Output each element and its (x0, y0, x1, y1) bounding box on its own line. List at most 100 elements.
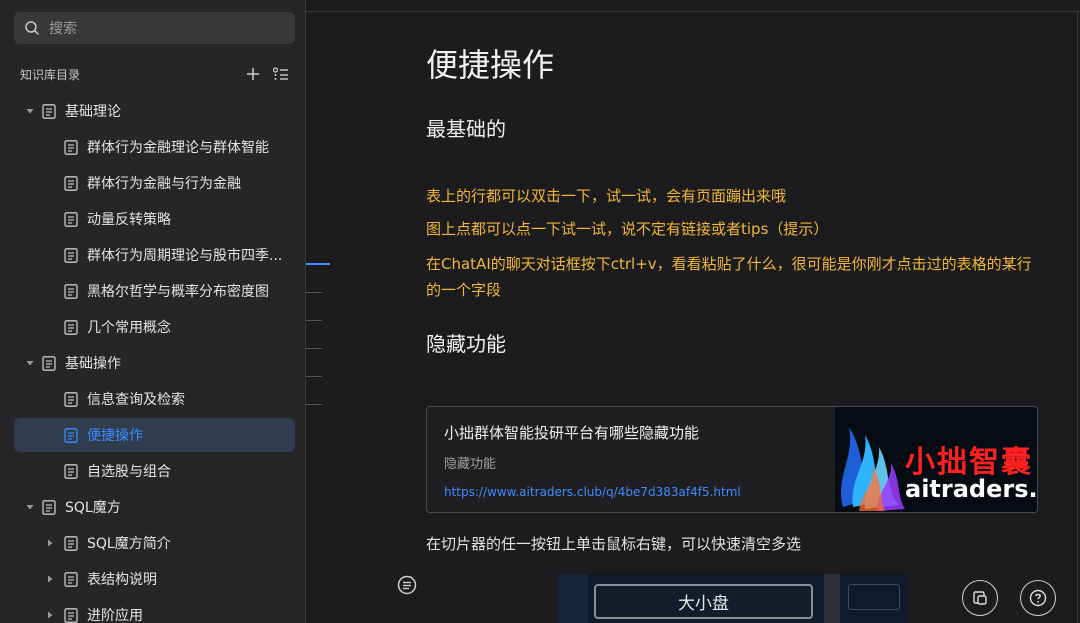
tree-item-label: 基础操作 (65, 356, 121, 372)
screenshot-mini-button (848, 584, 900, 610)
embedded-screenshot: 大小盘 (558, 574, 908, 623)
page-title: 便捷操作 (426, 46, 555, 84)
tree-doc-item[interactable]: 信息查询及检索 (14, 382, 295, 416)
tree-doc-item[interactable]: 群体行为周期理论与股市四季... (14, 238, 295, 272)
expand-toggle[interactable] (44, 537, 56, 549)
tip-text: 图上点都可以点一下试一试，说不定有链接或者tips（提示） (426, 220, 829, 238)
chevron-down-icon (26, 505, 34, 510)
right-divider (1077, 11, 1078, 623)
expand-toggle[interactable] (24, 501, 36, 513)
tree-doc-item[interactable]: 表结构说明 (14, 562, 295, 596)
tip-text: 表上的行都可以双击一下，试一试，会有页面蹦出来哦 (426, 187, 787, 205)
chevron-down-icon (26, 361, 34, 366)
document-icon (64, 391, 78, 407)
document-icon (64, 319, 78, 335)
tree-item-label: 动量反转策略 (87, 212, 171, 228)
card-title: 小拙群体智能投研平台有哪些隐藏功能 (444, 424, 700, 442)
feedback-icon (973, 591, 987, 605)
card-subtitle: 隐藏功能 (444, 457, 497, 472)
tree-item-label: 几个常用概念 (87, 320, 171, 336)
document-icon (64, 463, 78, 479)
flame-logo-icon (841, 427, 905, 511)
tree-doc-item[interactable]: 动量反转策略 (14, 202, 295, 236)
list-view-button[interactable] (272, 65, 290, 83)
toc-icon[interactable] (397, 575, 417, 595)
tree-doc-item[interactable]: SQL魔方简介 (14, 526, 295, 560)
link-card[interactable]: 小拙群体智能投研平台有哪些隐藏功能 隐藏功能 https://www.aitra… (426, 406, 1038, 513)
feedback-button[interactable] (962, 580, 998, 616)
chevron-down-icon (26, 109, 34, 114)
screenshot-divider (824, 574, 840, 623)
toc-line[interactable] (306, 320, 322, 321)
card-url[interactable]: https://www.aitraders.club/q/4be7d383af4… (444, 485, 741, 499)
tree-doc-item[interactable]: 黑格尔哲学与概率分布密度图 (14, 274, 295, 308)
kb-header: 知识库目录 (20, 64, 290, 84)
toc-active-indicator (306, 263, 330, 265)
document-icon (42, 103, 56, 119)
tree-doc-item[interactable]: 几个常用概念 (14, 310, 295, 344)
search-placeholder: 搜索 (49, 21, 77, 37)
toc-line[interactable] (306, 404, 322, 405)
tree-folder[interactable]: 基础理论 (14, 94, 295, 128)
tree-doc-item[interactable]: 便捷操作 (14, 418, 295, 452)
card-thumbnail: 小拙智囊 aitraders.club (835, 407, 1038, 512)
section-heading: 隐藏功能 (426, 332, 506, 356)
tip-text: 在ChatAI的聊天对话框按下ctrl+v，看看粘贴了什么，很可能是你刚才点击过… (426, 255, 1032, 299)
toc-line[interactable] (306, 292, 322, 293)
tree-doc-item[interactable]: 自选股与组合 (14, 454, 295, 488)
tree-item-label: 便捷操作 (87, 428, 143, 444)
sidebar: 搜索 知识库目录 基础理论 群体行为金融理论与群体智能 群体行为金融与行为金融 … (0, 0, 306, 623)
document-icon (64, 139, 78, 155)
chevron-right-icon (48, 611, 53, 619)
toc-strip (306, 0, 380, 623)
toc-line[interactable] (306, 376, 322, 377)
document-icon (64, 175, 78, 191)
section-heading: 最基础的 (426, 117, 506, 141)
top-divider (306, 11, 1080, 12)
document-icon (64, 283, 78, 299)
slicer-button: 大小盘 (594, 584, 813, 619)
tree-doc-item[interactable]: 群体行为金融理论与群体智能 (14, 130, 295, 164)
search-icon (25, 21, 40, 36)
toc-line[interactable] (306, 348, 322, 349)
add-button[interactable] (244, 65, 262, 83)
tree-item-label: 表结构说明 (87, 572, 157, 588)
help-icon (1029, 589, 1047, 607)
document-icon (64, 247, 78, 263)
document-icon (42, 499, 56, 515)
kb-title: 知识库目录 (20, 67, 81, 82)
tree-doc-item[interactable]: 进阶应用 (14, 598, 295, 623)
tree-doc-item[interactable]: 群体行为金融与行为金融 (14, 166, 295, 200)
help-button[interactable] (1020, 580, 1056, 616)
document-icon (64, 571, 78, 587)
expand-toggle[interactable] (24, 357, 36, 369)
tree-item-label: 自选股与组合 (87, 464, 171, 480)
document-icon (64, 427, 78, 443)
tree-item-label: 进阶应用 (87, 608, 143, 623)
chevron-right-icon (48, 539, 53, 547)
chevron-right-icon (48, 575, 53, 583)
list-icon (273, 67, 288, 80)
search-box[interactable]: 搜索 (14, 12, 295, 44)
document-icon (64, 211, 78, 227)
tree-item-label: 基础理论 (65, 104, 121, 120)
expand-toggle[interactable] (24, 105, 36, 117)
tree-folder[interactable]: SQL魔方 (14, 490, 295, 524)
tree-item-label: 群体行为金融与行为金融 (87, 176, 241, 192)
tree-item-label: 信息查询及检索 (87, 392, 185, 408)
document-icon (64, 535, 78, 551)
logo-text-en: aitraders.club (905, 475, 1038, 503)
plus-icon (247, 68, 259, 80)
expand-toggle[interactable] (44, 573, 56, 585)
tree-item-label: 群体行为金融理论与群体智能 (87, 140, 269, 156)
screenshot-side-panel (558, 574, 588, 623)
paragraph-text: 在切片器的任一按钮上单击鼠标右键，可以快速清空多选 (426, 535, 802, 553)
tree-item-label: SQL魔方 (65, 500, 121, 516)
document-icon (64, 607, 78, 623)
tree-item-label: SQL魔方简介 (87, 536, 171, 552)
expand-toggle[interactable] (44, 609, 56, 621)
tree-folder[interactable]: 基础操作 (14, 346, 295, 380)
document-icon (42, 355, 56, 371)
tree-item-label: 黑格尔哲学与概率分布密度图 (87, 284, 269, 300)
app-window: 便捷操作 最基础的 表上的行都可以双击一下，试一试，会有页面蹦出来哦 图上点都可… (0, 0, 1080, 623)
